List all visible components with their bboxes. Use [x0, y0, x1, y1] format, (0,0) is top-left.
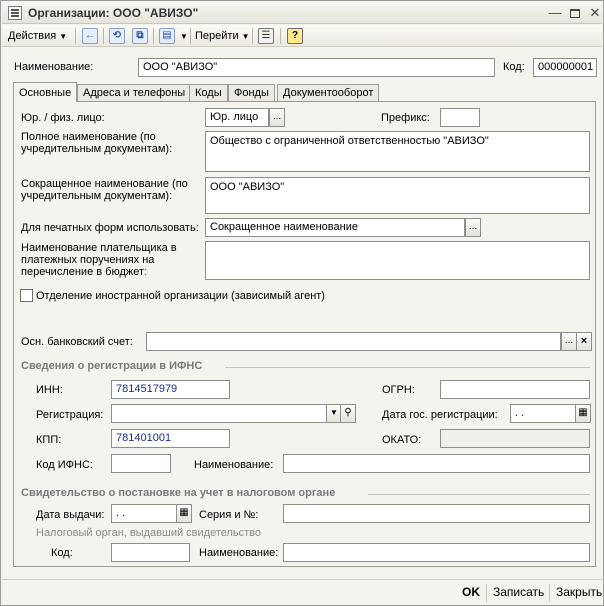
code-label: Код:: [503, 61, 525, 73]
bank-account-input[interactable]: [146, 332, 561, 351]
bank-account-clear-button[interactable]: ×: [576, 332, 592, 351]
prefix-label: Префикс:: [381, 112, 430, 124]
goto-menu-label: Перейти: [195, 30, 239, 42]
ogrn-label: ОГРН:: [382, 384, 415, 396]
form-footer: OK Записать Закрыть: [2, 579, 602, 605]
reg-date-input[interactable]: . .: [510, 404, 576, 423]
search-icon[interactable]: ⚲: [340, 404, 356, 423]
full-name-textarea[interactable]: Общество с ограниченной ответственностью…: [205, 131, 590, 172]
foreign-branch-checkbox[interactable]: [20, 289, 33, 302]
print-forms-select-button[interactable]: ...: [465, 218, 481, 237]
organization-window: Организации: ООО "АВИЗО" — ✕ Действия ▼ ←…: [0, 0, 604, 606]
tab-funds[interactable]: Фонды: [228, 84, 275, 102]
toolbar-divider: [153, 28, 154, 44]
name-label: Наименование:: [14, 61, 94, 73]
window-title: Организации: ООО "АВИЗО": [28, 6, 199, 20]
toolbar-divider: [75, 28, 76, 44]
chevron-down-icon: ▼: [241, 32, 250, 41]
prefix-input[interactable]: [440, 108, 480, 127]
issuer-name-input[interactable]: [283, 543, 590, 562]
registration-label: Регистрация:: [36, 409, 104, 421]
structure-icon[interactable]: ▤: [159, 28, 175, 44]
issue-date-input[interactable]: . .: [111, 504, 177, 523]
toolbar-divider: [103, 28, 104, 44]
print-forms-input[interactable]: Сокращенное наименование: [205, 218, 465, 237]
payer-name-label: Наименование плательщика в платежных пор…: [21, 242, 177, 278]
toolbar-divider: [190, 28, 191, 44]
toolbar-divider: [280, 28, 281, 44]
kpp-input[interactable]: 781401001: [111, 429, 230, 448]
ifns-code-input[interactable]: [111, 454, 171, 473]
legal-type-select-button[interactable]: ...: [269, 108, 285, 127]
foreign-branch-label: Отделение иностранной организации (завис…: [36, 290, 325, 302]
chevron-down-icon: ▼: [180, 32, 188, 41]
series-input[interactable]: [283, 504, 590, 523]
tab-main[interactable]: Основные: [13, 82, 78, 102]
full-name-label: Полное наименование (по учредительным до…: [21, 131, 173, 155]
minimize-button[interactable]: —: [547, 5, 563, 21]
short-name-label: Сокращенное наименование (по учредительн…: [21, 178, 188, 202]
issuer-note: Налоговый орган, выдавший свидетельство: [36, 527, 262, 539]
help-icon[interactable]: ?: [287, 28, 303, 44]
toolbar: Действия ▼ ← ⟲ ⧉ ▤ ▼ Перейти ▼ ☰ ?: [2, 25, 602, 47]
ifns-name-input[interactable]: [283, 454, 590, 473]
issue-date-label: Дата выдачи:: [36, 509, 105, 521]
toolbar-divider: [252, 28, 253, 44]
footer-divider: [486, 584, 487, 602]
tab-addresses[interactable]: Адреса и телефоны: [77, 84, 192, 102]
calendar-icon[interactable]: ▦: [176, 504, 192, 523]
issuer-code-input[interactable]: [111, 543, 190, 562]
legal-type-label: Юр. / физ. лицо:: [21, 112, 105, 124]
name-input[interactable]: ООО "АВИЗО": [138, 58, 495, 77]
footer-divider: [549, 584, 550, 602]
bank-account-select-button[interactable]: ...: [561, 332, 577, 351]
ifns-code-label: Код ИФНС:: [36, 459, 93, 471]
chevron-down-icon: ▼: [59, 32, 68, 41]
short-name-textarea[interactable]: ООО "АВИЗО": [205, 177, 590, 214]
legal-type-input[interactable]: Юр. лицо: [205, 108, 269, 127]
calendar-icon[interactable]: ▦: [575, 404, 591, 423]
form-icon: [8, 6, 22, 20]
ifns-name-label: Наименование:: [194, 459, 274, 471]
structure-dropdown[interactable]: ▼: [177, 28, 188, 44]
series-label: Серия и №:: [199, 509, 259, 521]
refresh-icon[interactable]: ⟲: [109, 28, 125, 44]
issuer-code-label: Код:: [51, 547, 73, 559]
ok-button[interactable]: OK: [462, 585, 480, 599]
close-button[interactable]: Закрыть: [556, 585, 602, 599]
title-bar[interactable]: Организации: ООО "АВИЗО" — ✕: [2, 2, 602, 24]
maximize-button[interactable]: [567, 5, 583, 21]
goto-menu-button[interactable]: Перейти ▼: [195, 28, 250, 44]
kpp-label: КПП:: [36, 434, 62, 446]
section-divider: [225, 367, 590, 368]
print-forms-label: Для печатных форм использовать:: [21, 222, 199, 234]
list-icon[interactable]: ☰: [258, 28, 274, 44]
payer-name-textarea[interactable]: [205, 241, 590, 280]
inn-label: ИНН:: [36, 384, 63, 396]
registration-section-title: Сведения о регистрации в ИФНС: [21, 360, 203, 372]
actions-menu-button[interactable]: Действия ▼: [8, 28, 67, 44]
section-divider: [368, 494, 590, 495]
copy-icon[interactable]: ⧉: [132, 28, 148, 44]
code-input[interactable]: 000000001: [533, 58, 597, 77]
maximize-icon: [570, 9, 580, 18]
actions-menu-label: Действия: [8, 30, 57, 42]
okato-label: ОКАТО:: [382, 434, 422, 446]
ogrn-input[interactable]: [440, 380, 590, 399]
tab-codes[interactable]: Коды: [189, 84, 228, 102]
issuer-name-label: Наименование:: [199, 547, 279, 559]
bank-account-label: Осн. банковский счет:: [21, 336, 133, 348]
tab-document-flow[interactable]: Документооборот: [277, 84, 380, 102]
okato-input[interactable]: [440, 429, 590, 448]
save-button[interactable]: Записать: [493, 585, 544, 599]
certificate-section-title: Свидетельство о постановке на учет в нал…: [21, 487, 336, 499]
close-window-button[interactable]: ✕: [587, 5, 603, 21]
registration-input[interactable]: [111, 404, 329, 423]
inn-input[interactable]: 7814517979: [111, 380, 230, 399]
reg-date-label: Дата гос. регистрации:: [382, 409, 498, 421]
back-arrow-icon[interactable]: ←: [82, 28, 98, 44]
